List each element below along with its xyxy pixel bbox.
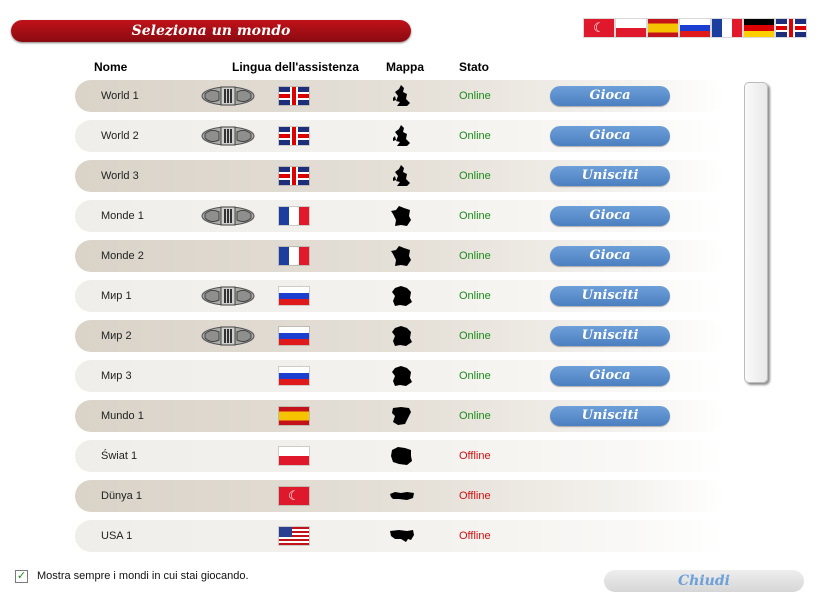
world-status: Online: [459, 250, 491, 262]
flag-gb-icon: [279, 167, 309, 185]
flag-gb-icon: [279, 87, 309, 105]
flag-tr-icon: ☾: [279, 487, 309, 505]
world-row: World 3 Online Unisciti: [75, 160, 725, 192]
emblem-icon: [201, 206, 255, 226]
join-button[interactable]: Unisciti: [550, 326, 670, 346]
emblem-icon: [201, 286, 255, 306]
close-button[interactable]: Chiudi: [604, 570, 804, 592]
world-status: Online: [459, 130, 491, 142]
flag-fr-icon[interactable]: [712, 19, 742, 37]
play-button[interactable]: Gioca: [550, 246, 670, 266]
world-row: World 1 Online Gioca: [75, 80, 725, 112]
flag-es-icon[interactable]: [648, 19, 678, 37]
world-name: World 2: [101, 130, 139, 142]
world-name: Dünya 1: [101, 490, 142, 502]
play-button[interactable]: Gioca: [550, 366, 670, 386]
scrollbar[interactable]: [744, 82, 768, 383]
world-row: Мир 1 Online Unisciti: [75, 280, 725, 312]
turkey-map-icon: [390, 492, 414, 500]
world-status: Online: [459, 330, 491, 342]
russia-map-icon: [392, 326, 412, 346]
world-row: Mundo 1 Online Unisciti: [75, 400, 725, 432]
world-status: Online: [459, 290, 491, 302]
play-button[interactable]: Gioca: [550, 126, 670, 146]
usa-map-icon: [390, 530, 414, 542]
flag-gb-icon[interactable]: [776, 19, 806, 37]
flag-fr-icon: [279, 247, 309, 265]
world-status: Online: [459, 90, 491, 102]
flag-tr-icon[interactable]: ☾: [584, 19, 614, 37]
flag-pl-icon[interactable]: [616, 19, 646, 37]
spain-map-icon: [392, 407, 411, 425]
world-name: World 3: [101, 170, 139, 182]
emblem-icon: [201, 326, 255, 346]
world-row: Monde 1 Online Gioca: [75, 200, 725, 232]
page-title: Seleziona un mondo: [11, 20, 411, 42]
play-button[interactable]: Gioca: [550, 206, 670, 226]
uk-map-icon: [393, 125, 410, 146]
france-map-icon: [391, 246, 411, 266]
world-name: Мир 3: [101, 370, 132, 382]
emblem-icon: [201, 126, 255, 146]
column-header-status: Stato: [459, 60, 489, 74]
world-row: Świat 1 Offline: [75, 440, 725, 472]
world-name: Monde 2: [101, 250, 144, 262]
join-button[interactable]: Unisciti: [550, 166, 670, 186]
column-header-map: Mappa: [386, 60, 425, 74]
world-status: Online: [459, 370, 491, 382]
world-status: Online: [459, 210, 491, 222]
world-status: Offline: [459, 530, 491, 542]
world-name: Mundo 1: [101, 410, 144, 422]
show-worlds-checkbox-label: Mostra sempre i mondi in cui stai giocan…: [37, 570, 249, 582]
world-name: Мир 2: [101, 330, 132, 342]
uk-map-icon: [393, 85, 410, 106]
world-row: USA 1 Offline: [75, 520, 725, 552]
flag-de-icon[interactable]: [744, 19, 774, 37]
uk-map-icon: [393, 165, 410, 186]
play-button[interactable]: Gioca: [550, 86, 670, 106]
world-row: Dünya 1 ☾ Offline: [75, 480, 725, 512]
flag-es-icon: [279, 407, 309, 425]
world-status: Offline: [459, 450, 491, 462]
column-header-language: Lingua dell'assistenza: [232, 60, 359, 74]
flag-ru-icon: [279, 367, 309, 385]
flag-us-icon: [279, 527, 309, 545]
flag-ru-icon: [279, 327, 309, 345]
flag-pl-icon: [279, 447, 309, 465]
france-map-icon: [391, 206, 411, 226]
flag-ru-icon: [279, 287, 309, 305]
world-name: Świat 1: [101, 450, 138, 462]
world-name: Monde 1: [101, 210, 144, 222]
world-status: Online: [459, 170, 491, 182]
world-row: Мир 2 Online Unisciti: [75, 320, 725, 352]
flag-ru-icon[interactable]: [680, 19, 710, 37]
world-row: Мир 3 Online Gioca: [75, 360, 725, 392]
poland-map-icon: [391, 447, 412, 465]
russia-map-icon: [392, 286, 412, 306]
world-status: Offline: [459, 490, 491, 502]
flag-gb-icon: [279, 127, 309, 145]
world-status: Online: [459, 410, 491, 422]
flag-fr-icon: [279, 207, 309, 225]
world-row: Monde 2 Online Gioca: [75, 240, 725, 272]
join-button[interactable]: Unisciti: [550, 286, 670, 306]
join-button[interactable]: Unisciti: [550, 406, 670, 426]
russia-map-icon: [392, 366, 412, 386]
world-name: USA 1: [101, 530, 133, 542]
world-name: World 1: [101, 90, 139, 102]
emblem-icon: [201, 86, 255, 106]
world-name: Мир 1: [101, 290, 132, 302]
language-selector: ☾: [584, 19, 806, 37]
show-worlds-checkbox[interactable]: ✓: [15, 570, 28, 583]
column-header-name: Nome: [94, 60, 128, 74]
world-row: World 2 Online Gioca: [75, 120, 725, 152]
